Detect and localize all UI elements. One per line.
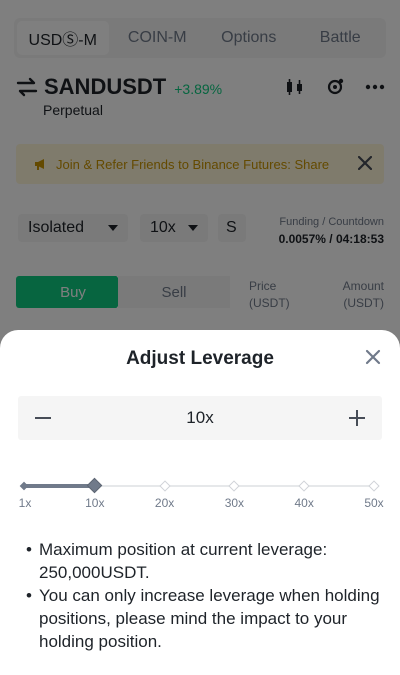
- slider-tick[interactable]: [368, 480, 380, 492]
- slider-tick[interactable]: [228, 480, 241, 492]
- slider-thumb[interactable]: [86, 477, 103, 494]
- slider-tick-label: 10x: [85, 496, 105, 510]
- plus-icon: [349, 410, 365, 426]
- sheet-title: Adjust Leverage: [126, 348, 274, 369]
- minus-icon: [35, 417, 51, 419]
- leverage-input[interactable]: 10x: [68, 408, 332, 428]
- note-item: • Maximum position at current leverage: …: [26, 538, 382, 584]
- slider-tick-label: 20x: [154, 496, 175, 510]
- note-item: • You can only increase leverage when ho…: [26, 584, 382, 653]
- leverage-slider[interactable]: 1x 10x 20x 30x 40x 50x: [18, 470, 384, 510]
- close-icon: [365, 349, 381, 365]
- slider-tick[interactable]: [298, 480, 310, 492]
- decrease-button[interactable]: [18, 396, 68, 440]
- slider-tick-label: 50x: [364, 496, 384, 510]
- slider-tick-label: 1x: [18, 496, 32, 510]
- leverage-stepper: 10x: [18, 396, 382, 440]
- leverage-notes: • Maximum position at current leverage: …: [26, 538, 382, 653]
- note-max-position: Maximum position at current leverage: 25…: [39, 540, 328, 582]
- slider-tick-label: 40x: [294, 496, 314, 510]
- adjust-leverage-sheet: Adjust Leverage 10x 1x 10x 20x 30x 40x 50x • …: [0, 330, 400, 675]
- increase-button[interactable]: [332, 396, 382, 440]
- note-increase-only: You can only increase leverage when hold…: [39, 586, 380, 651]
- close-button[interactable]: [364, 348, 382, 366]
- slider-tick[interactable]: [158, 480, 171, 492]
- slider-tick-label: 30x: [224, 496, 245, 510]
- slider-fill: [25, 484, 95, 488]
